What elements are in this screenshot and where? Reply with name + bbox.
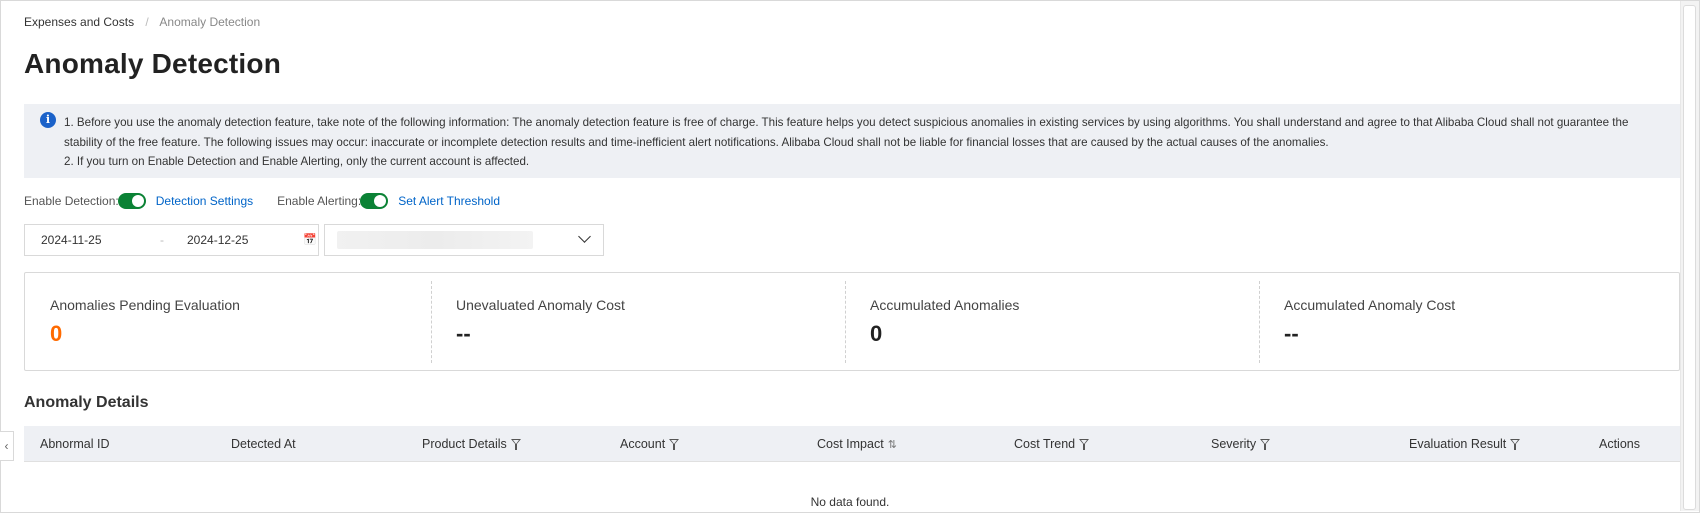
filter-icon[interactable]: [1510, 438, 1521, 450]
column-header-account: Account: [620, 437, 680, 451]
stat-card: Accumulated Anomalies 0: [845, 273, 1259, 370]
stat-value: 0: [50, 321, 63, 346]
empty-state-text: No data found.: [810, 495, 890, 509]
enable-detection-label: Enable Detection:: [24, 194, 119, 208]
column-header-severity: Severity: [1211, 437, 1271, 451]
stat-card: Unevaluated Anomaly Cost --: [431, 273, 845, 370]
feature-toggles: Enable Detection: Detection Settings Ena…: [24, 193, 500, 209]
info-notice: i 1. Before you use the anomaly detectio…: [24, 104, 1680, 178]
column-label: Account: [620, 437, 666, 451]
stat-label: Anomalies Pending Evaluation: [50, 297, 240, 313]
detection-settings-link[interactable]: Detection Settings: [156, 194, 253, 208]
filter-icon[interactable]: [1079, 438, 1090, 450]
vertical-scrollbar[interactable]: [1680, 1, 1699, 511]
anomaly-details-title: Anomaly Details: [24, 394, 149, 411]
enable-detection-switch[interactable]: [117, 193, 146, 209]
enable-alerting-switch[interactable]: [360, 193, 389, 209]
column-label: Severity: [1211, 437, 1257, 451]
stat-label: Accumulated Anomalies: [870, 297, 1020, 313]
column-header-cost-impact: Cost Impact ⇅: [817, 437, 897, 451]
stat-divider: [431, 281, 432, 363]
table-header: Abnormal ID Detected At Product Details …: [24, 426, 1680, 462]
date-separator: -: [160, 233, 164, 247]
start-date-input[interactable]: 2024-11-25: [41, 233, 102, 247]
date-range-picker[interactable]: 2024-11-25 - 2024-12-25 📅: [24, 224, 319, 256]
filter-icon[interactable]: [669, 438, 680, 450]
notice-line-2: 2. If you turn on Enable Detection and E…: [64, 155, 530, 168]
page-title: Anomaly Detection: [24, 48, 281, 79]
enable-alerting-label: Enable Alerting:: [277, 194, 362, 208]
column-label: Evaluation Result: [1409, 437, 1507, 451]
breadcrumb-parent-link[interactable]: Expenses and Costs: [24, 15, 134, 29]
column-header-abnormal-id: Abnormal ID: [40, 437, 109, 451]
column-header-product-details: Product Details: [422, 437, 521, 451]
breadcrumb-current: Anomaly Detection: [159, 15, 261, 29]
scrollbar-thumb[interactable]: [1683, 5, 1696, 510]
column-header-detected-at: Detected At: [231, 437, 296, 451]
column-header-actions: Actions: [1599, 437, 1640, 451]
filter-icon[interactable]: [1260, 438, 1271, 450]
stat-card: Accumulated Anomaly Cost --: [1259, 273, 1673, 370]
column-label: Product Details: [422, 437, 507, 451]
filter-icon[interactable]: [510, 438, 521, 450]
stat-label: Unevaluated Anomaly Cost: [456, 297, 625, 313]
breadcrumb: Expenses and Costs / Anomaly Detection: [24, 15, 260, 29]
notice-line-1: 1. Before you use the anomaly detection …: [64, 116, 1629, 149]
column-label: Actions: [1599, 437, 1640, 451]
column-label: Cost Impact: [817, 437, 884, 451]
switch-knob: [374, 195, 387, 207]
stat-value: --: [456, 321, 471, 346]
stat-divider: [845, 281, 846, 363]
column-label: Detected At: [231, 437, 296, 451]
breadcrumb-separator: /: [145, 15, 149, 29]
summary-stats: Anomalies Pending Evaluation 0 Unevaluat…: [24, 272, 1680, 371]
info-icon: i: [40, 112, 56, 128]
calendar-icon[interactable]: 📅: [303, 233, 317, 246]
column-header-evaluation-result: Evaluation Result: [1409, 437, 1521, 451]
account-select[interactable]: [324, 224, 604, 256]
chevron-left-icon[interactable]: ‹: [0, 431, 14, 461]
switch-knob: [131, 195, 144, 207]
set-alert-threshold-link[interactable]: Set Alert Threshold: [398, 194, 500, 208]
redacted-selection: [337, 231, 533, 249]
stat-label: Accumulated Anomaly Cost: [1284, 297, 1456, 313]
column-label: Abnormal ID: [40, 437, 110, 451]
column-label: Cost Trend: [1014, 437, 1076, 451]
column-header-cost-trend: Cost Trend: [1014, 437, 1090, 451]
chevron-down-icon[interactable]: [578, 230, 591, 243]
stat-card: Anomalies Pending Evaluation 0: [25, 273, 439, 370]
stat-value: --: [1284, 321, 1299, 346]
sort-icon[interactable]: ⇅: [888, 438, 897, 451]
end-date-input[interactable]: 2024-12-25: [187, 233, 248, 247]
stat-value: 0: [870, 321, 883, 346]
stat-divider: [1259, 281, 1260, 363]
